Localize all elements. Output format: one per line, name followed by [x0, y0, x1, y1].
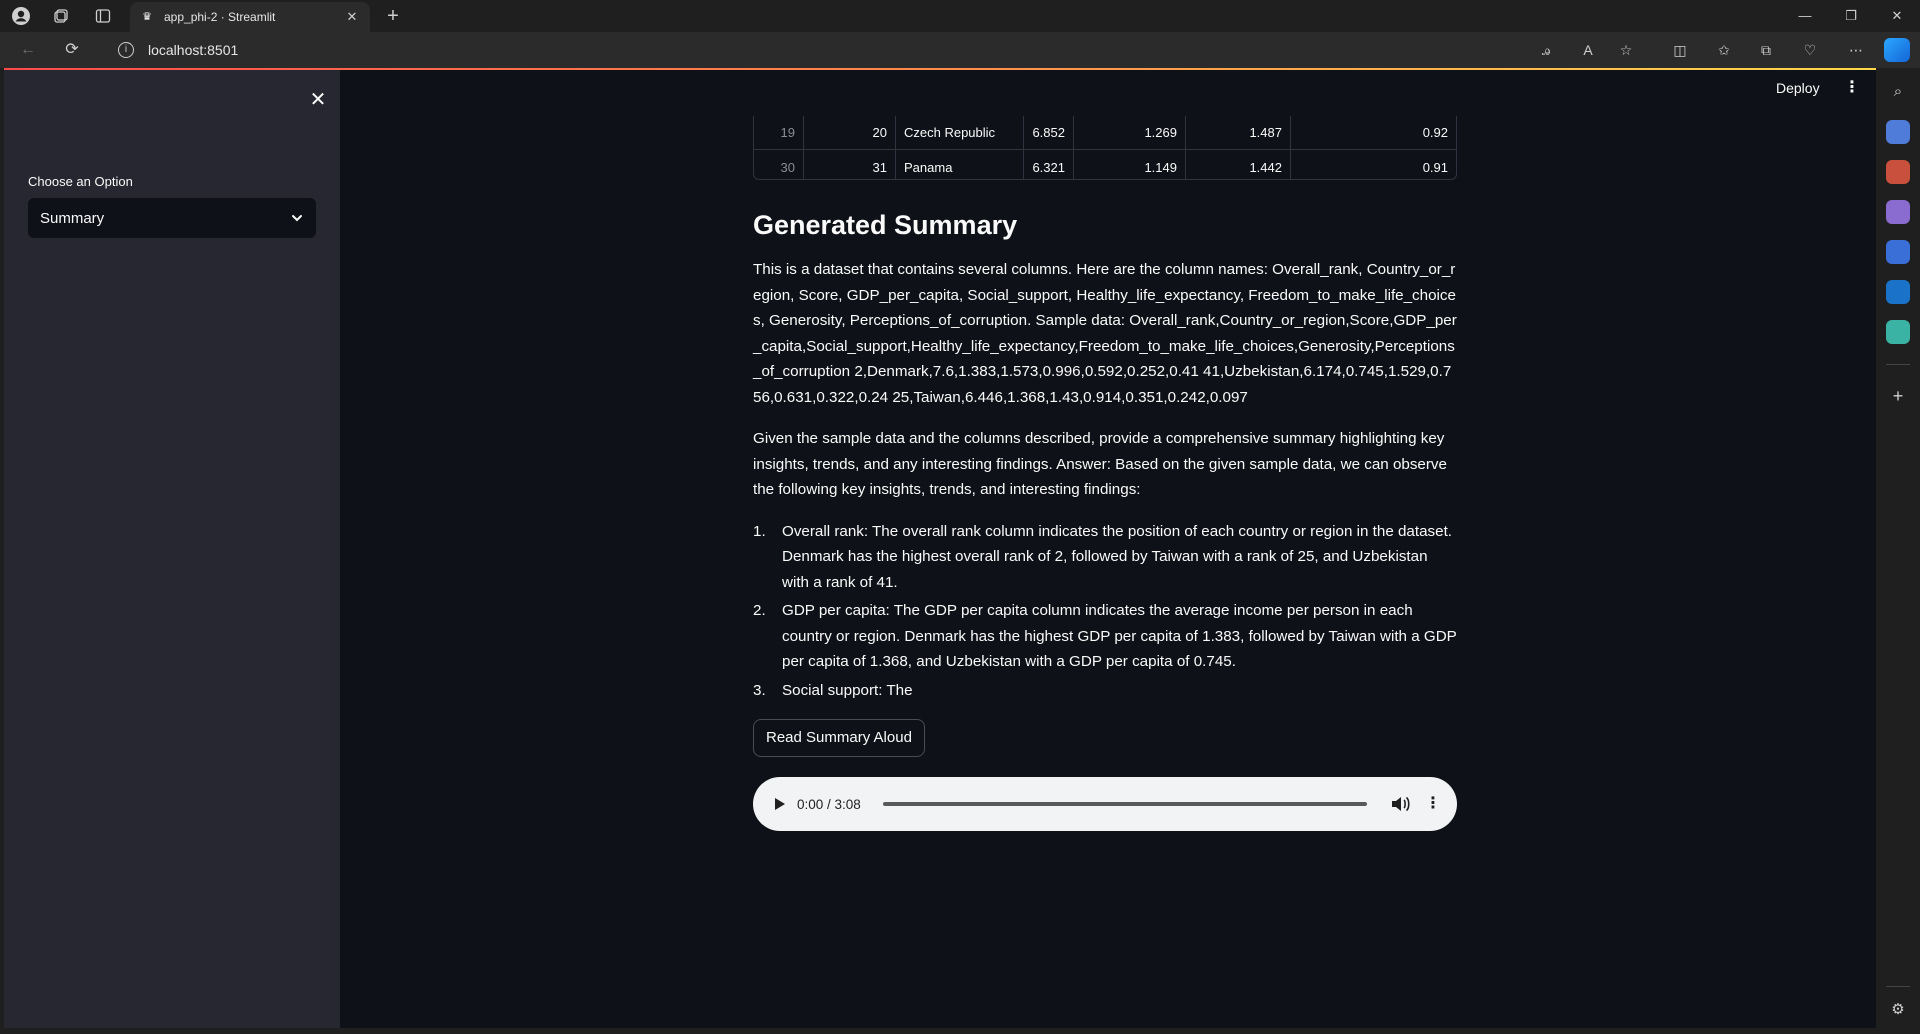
deploy-button[interactable]: Deploy: [1776, 80, 1820, 96]
read-summary-aloud-button[interactable]: Read Summary Aloud: [753, 719, 925, 757]
window-close-icon[interactable]: ✕: [1874, 0, 1920, 32]
list-number: 3.: [753, 681, 766, 699]
sidebar-close-icon[interactable]: ✕: [306, 88, 330, 112]
tab-close-icon[interactable]: ✕: [344, 9, 360, 25]
active-tab[interactable]: ♛ app_phi-2 · Streamlit ✕: [130, 2, 370, 32]
cell-health: 0.91: [1422, 159, 1448, 175]
audio-more-options-icon[interactable]: ⋮: [1425, 794, 1441, 814]
list-number: 1.: [753, 522, 766, 540]
read-aloud-icon[interactable]: A: [1574, 38, 1602, 62]
url-field[interactable]: i localhost:8501: [104, 36, 1644, 64]
list-text: GDP per capita: The GDP per capita colum…: [782, 602, 1457, 670]
select-value: Summary: [40, 209, 105, 227]
minimize-icon[interactable]: —: [1782, 0, 1828, 32]
list-number: 2.: [753, 602, 766, 619]
cell-social: 1.487: [1186, 116, 1291, 149]
cell-rank: 31: [804, 150, 896, 179]
cell-health: 0.92: [1422, 125, 1448, 140]
refresh-icon[interactable]: ⟳: [58, 38, 86, 62]
edge-sidebar: ⌕ + ⚙: [1876, 68, 1920, 1034]
sidebar-divider: [1886, 364, 1910, 365]
back-icon[interactable]: ←: [14, 38, 42, 62]
streamlit-favicon-icon: ♛: [142, 11, 152, 23]
workspaces-icon[interactable]: [48, 4, 74, 28]
option-select[interactable]: Summary: [28, 198, 316, 238]
row-index: 30: [754, 150, 804, 179]
more-menu-icon[interactable]: ⋯: [1842, 38, 1870, 62]
list-text: Social support: The: [782, 681, 913, 699]
app-sidebar: ✕ Choose an Option Summary: [4, 70, 340, 1028]
browser-tab-bar: ♛ app_phi-2 · Streamlit ✕ + — ❐ ✕: [0, 0, 1920, 32]
address-toolbar: ← ⟳ i localhost:8501 ꭿ A ☆ ◫ ✩ ⧉ ♡ ⋯: [0, 32, 1920, 68]
cell-gdp: 1.269: [1074, 116, 1186, 149]
profile-icon[interactable]: [8, 4, 34, 28]
audio-seek-slider[interactable]: [882, 802, 1367, 806]
volume-icon[interactable]: [1389, 794, 1411, 814]
cell-country: Czech Republic: [896, 116, 1024, 149]
list-item: 3. Social support: The: [753, 678, 1457, 704]
audio-time: 0:00 / 3:08: [797, 796, 861, 812]
main-content: Generated Summary This is a dataset that…: [753, 210, 1457, 831]
split-screen-icon[interactable]: ◫: [1666, 38, 1694, 62]
vertical-tabs-icon[interactable]: [90, 4, 116, 28]
translate-icon[interactable]: ꭿ: [1532, 38, 1560, 62]
summary-heading: Generated Summary: [753, 210, 1018, 240]
new-tab-button[interactable]: +: [380, 3, 406, 29]
shopping-tag-icon[interactable]: [1886, 120, 1910, 144]
favorites-icon[interactable]: ✩: [1710, 38, 1738, 62]
audio-player: 0:00 / 3:08 ⋮: [753, 777, 1457, 831]
chevron-down-icon: [292, 215, 302, 222]
cell-score: 6.852: [1024, 116, 1074, 149]
tools-icon[interactable]: [1886, 160, 1910, 184]
insights-list: 1. Overall rank: The overall rank column…: [753, 519, 1457, 704]
row-index: 19: [754, 116, 804, 149]
cell-social: 1.442: [1186, 150, 1291, 179]
summary-paragraph: Given the sample data and the columns de…: [753, 430, 1447, 498]
list-text: Overall rank: The overall rank column in…: [782, 522, 1453, 591]
list-item: 1. Overall rank: The overall rank column…: [753, 519, 1457, 596]
site-info-icon[interactable]: i: [118, 42, 134, 58]
cell-country: Panama: [896, 150, 1024, 179]
streamlit-app: ✕ Choose an Option Summary Deploy ⋮ 19 2…: [4, 68, 1876, 1028]
cell-score: 6.321: [1024, 150, 1074, 179]
cell-rank: 20: [804, 116, 896, 149]
play-icon[interactable]: [769, 794, 789, 814]
drop-icon[interactable]: [1886, 320, 1910, 344]
table-row: 19 20 Czech Republic 6.852 1.269 1.487 0…: [754, 116, 1456, 150]
outlook-icon[interactable]: [1886, 280, 1910, 304]
summary-paragraph: This is a dataset that contains several …: [753, 261, 1457, 406]
add-icon[interactable]: +: [1886, 384, 1910, 408]
main-menu-icon[interactable]: ⋮: [1844, 78, 1860, 98]
search-icon[interactable]: ⌕: [1886, 80, 1910, 104]
cell-gdp: 1.149: [1074, 150, 1186, 179]
restore-icon[interactable]: ❐: [1828, 0, 1874, 32]
sidebar-divider-bottom: [1886, 986, 1910, 987]
favorite-star-icon[interactable]: ☆: [1612, 38, 1640, 62]
collections-icon[interactable]: ⧉: [1752, 38, 1780, 62]
settings-gear-icon[interactable]: ⚙: [1886, 998, 1910, 1022]
browser-essentials-icon[interactable]: ♡: [1796, 38, 1824, 62]
microsoft-365-icon[interactable]: [1886, 240, 1910, 264]
dataframe[interactable]: 19 20 Czech Republic 6.852 1.269 1.487 0…: [753, 116, 1457, 180]
table-row: 30 31 Panama 6.321 1.149 1.442 0.91: [754, 150, 1456, 179]
url-text: localhost:8501: [148, 42, 239, 58]
games-icon[interactable]: [1886, 200, 1910, 224]
copilot-icon[interactable]: [1884, 38, 1910, 62]
tab-title: app_phi-2 · Streamlit: [164, 10, 276, 24]
list-item: 2. GDP per capita: The GDP per capita co…: [753, 598, 1457, 675]
select-label: Choose an Option: [28, 174, 133, 189]
